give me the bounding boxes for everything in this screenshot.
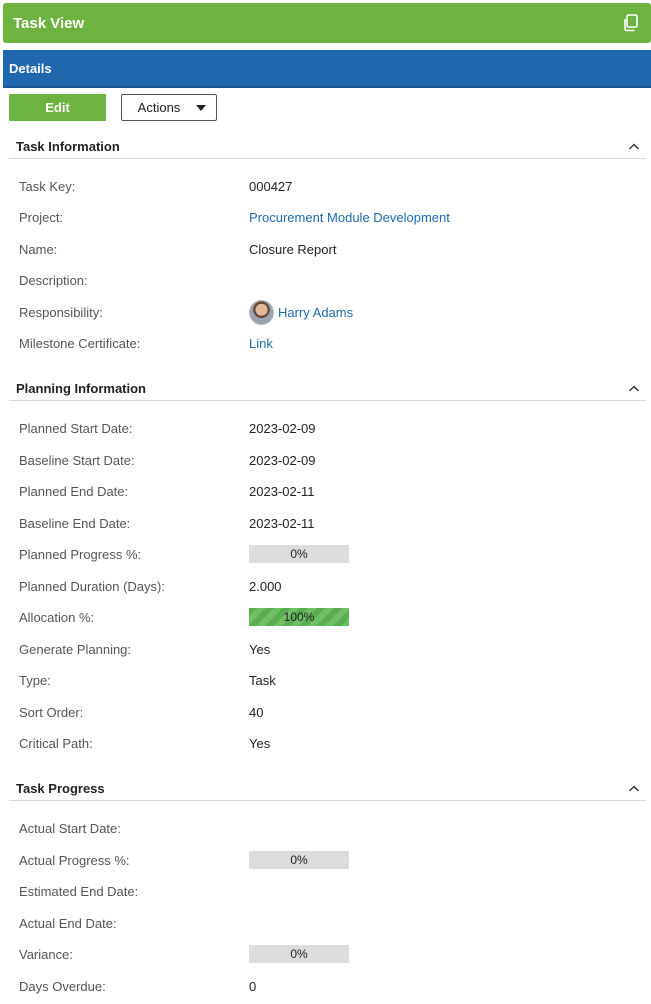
field-label: Project: [19, 209, 64, 225]
section-title: Task Information [16, 139, 120, 154]
field-value: Closure Report [249, 241, 337, 257]
field-project: Project: Procurement Module Development [19, 207, 639, 227]
section-header-task-information[interactable]: Task Information [9, 135, 646, 159]
field-label: Variance: [19, 946, 73, 962]
field-label: Milestone Certificate: [19, 335, 141, 351]
field-value: 100% [249, 608, 349, 626]
field-label: Days Overdue: [19, 978, 106, 994]
field-allocation: Allocation %: 100% [19, 607, 639, 627]
field-planned-end-date: Planned End Date: 2023-02-11 [19, 481, 639, 501]
field-actual-start-date: Actual Start Date: [19, 818, 639, 838]
field-label: Name: [19, 241, 58, 257]
section-header-planning-information[interactable]: Planning Information [9, 377, 646, 401]
edit-button[interactable]: Edit [9, 94, 106, 121]
field-label: Actual End Date: [19, 915, 117, 931]
field-baseline-end-date: Baseline End Date: 2023-02-11 [19, 513, 639, 533]
field-planned-start-date: Planned Start Date: 2023-02-09 [19, 418, 639, 438]
field-value: 0% [249, 545, 349, 563]
field-planned-progress: Planned Progress %: 0% [19, 544, 639, 564]
progress-text: 0% [290, 547, 308, 561]
field-description: Description: [19, 270, 639, 290]
field-label: Planned Progress %: [19, 546, 142, 562]
field-value: 0% [249, 945, 349, 963]
chevron-up-icon[interactable] [628, 783, 640, 795]
field-value: 2.000 [249, 578, 282, 594]
field-value: 000427 [249, 178, 293, 194]
field-estimated-end-date: Estimated End Date: [19, 881, 639, 901]
field-days-overdue: Days Overdue: 0 [19, 976, 639, 996]
field-type: Type: Task [19, 670, 639, 690]
field-value: 2023-02-09 [249, 420, 316, 436]
actions-label: Actions [137, 100, 181, 115]
title-bar: Task View [3, 3, 651, 43]
field-actual-end-date: Actual End Date: [19, 913, 639, 933]
field-label: Description: [19, 272, 88, 288]
field-value: Task [249, 672, 276, 688]
milestone-certificate-link[interactable]: Link [249, 336, 273, 351]
field-label: Type: [19, 672, 51, 688]
field-label: Estimated End Date: [19, 883, 139, 899]
progress-bar: 0% [249, 851, 349, 869]
field-label: Critical Path: [19, 735, 93, 751]
field-responsibility: Responsibility: Harry Adams [19, 299, 639, 325]
allocation-bar: 100% [249, 608, 349, 626]
field-label: Sort Order: [19, 704, 84, 720]
field-name: Name: Closure Report [19, 239, 639, 259]
field-milestone-certificate: Milestone Certificate: Link [19, 333, 639, 353]
page-title: Task View [13, 14, 85, 32]
field-label: Allocation %: [19, 609, 95, 625]
field-value: 0% [249, 851, 349, 869]
details-title: Details [9, 60, 52, 76]
chevron-up-icon[interactable] [628, 383, 640, 395]
field-value: Harry Adams [249, 299, 353, 325]
progress-bar: 0% [249, 545, 349, 563]
details-bar: Details [3, 50, 651, 88]
progress-text: 100% [283, 610, 315, 624]
field-label: Baseline Start Date: [19, 452, 135, 468]
field-value: 40 [249, 704, 264, 720]
section-title: Task Progress [16, 781, 105, 796]
field-baseline-start-date: Baseline Start Date: 2023-02-09 [19, 450, 639, 470]
field-label: Responsibility: [19, 304, 103, 320]
field-task-key: Task Key: 000427 [19, 176, 639, 196]
field-label: Generate Planning: [19, 641, 132, 657]
field-label: Planned End Date: [19, 483, 129, 499]
field-value: Yes [249, 641, 271, 657]
toolbar: Edit Actions [9, 94, 217, 122]
field-actual-progress: Actual Progress %: 0% [19, 850, 639, 870]
section-header-task-progress[interactable]: Task Progress [9, 777, 646, 801]
field-value: 2023-02-11 [249, 483, 315, 499]
field-generate-planning: Generate Planning: Yes [19, 639, 639, 659]
section-title: Planning Information [16, 381, 146, 396]
project-link[interactable]: Procurement Module Development [249, 210, 450, 225]
chevron-up-icon[interactable] [628, 141, 640, 153]
actions-dropdown-button[interactable]: Actions [121, 94, 217, 121]
copy-icon[interactable] [621, 13, 641, 33]
field-planned-duration: Planned Duration (Days): 2.000 [19, 576, 639, 596]
field-label: Actual Progress %: [19, 852, 130, 868]
field-label: Actual Start Date: [19, 820, 121, 836]
field-value: 0 [249, 978, 257, 994]
field-sort-order: Sort Order: 40 [19, 702, 639, 722]
field-variance: Variance: 0% [19, 944, 639, 964]
field-label: Baseline End Date: [19, 515, 131, 531]
field-label: Planned Duration (Days): [19, 578, 165, 594]
field-critical-path: Critical Path: Yes [19, 733, 639, 753]
field-value: 2023-02-09 [249, 452, 316, 468]
variance-bar: 0% [249, 945, 349, 963]
field-label: Planned Start Date: [19, 420, 133, 436]
progress-text: 0% [290, 947, 308, 961]
progress-text: 0% [290, 853, 308, 867]
caret-down-icon [196, 104, 207, 111]
avatar [249, 299, 274, 325]
field-value: 2023-02-11 [249, 515, 315, 531]
field-value: Yes [249, 735, 271, 751]
responsibility-user-link[interactable]: Harry Adams [278, 305, 353, 320]
field-label: Task Key: [19, 178, 76, 194]
